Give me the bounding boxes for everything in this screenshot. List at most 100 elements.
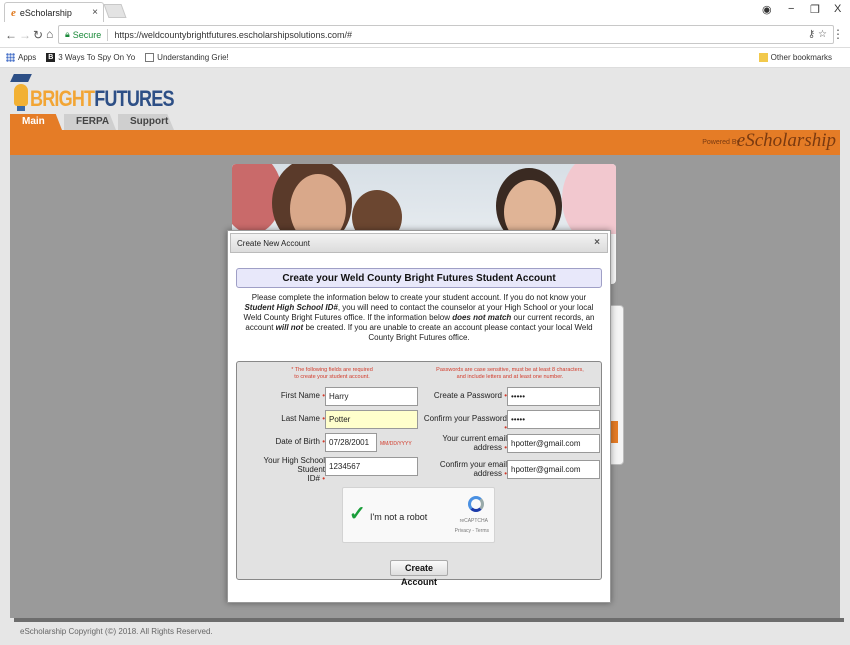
- password-note-line: and include letters and at least one num…: [456, 374, 564, 380]
- intro-segment: Please complete the information below to…: [251, 293, 587, 302]
- required-note-line: to create your student account.: [294, 374, 370, 380]
- email-label: Your current email address •: [419, 434, 507, 452]
- bookmark-spy[interactable]: B 3 Ways To Spy On Yo: [46, 53, 135, 62]
- last-name-input[interactable]: [325, 410, 418, 429]
- header-bar: Powered By eScholarship: [10, 130, 840, 155]
- label-text: Confirm your Password: [423, 414, 507, 423]
- back-arrow-icon[interactable]: ←: [5, 28, 17, 42]
- photo-shape: [352, 190, 402, 234]
- tab-close-icon[interactable]: ×: [92, 7, 98, 18]
- intro-segment: be created. If you are unable to create …: [303, 323, 593, 342]
- apps-grid-icon: [6, 53, 15, 62]
- recaptcha-widget: ✓ I'm not a robot reCAPTCHA Privacy - Te…: [342, 487, 495, 543]
- email-input[interactable]: [507, 434, 600, 453]
- bookmark-understanding[interactable]: Understanding Grie!: [145, 53, 229, 62]
- main-nav: Main FERPA Support: [10, 114, 176, 130]
- new-tab-button[interactable]: [103, 4, 127, 18]
- bookmark-label: Understanding Grie!: [157, 53, 229, 62]
- footer-copyright: eScholarship Copyright (©) 2018. All Rig…: [20, 627, 213, 636]
- recaptcha-links[interactable]: Privacy - Terms: [455, 528, 489, 534]
- b-favicon-icon: B: [46, 53, 56, 62]
- reload-icon[interactable]: ↻: [33, 28, 43, 42]
- label-text: First Name: [280, 391, 320, 400]
- tab-title: eScholarship: [19, 7, 72, 18]
- bookmark-label: Apps: [18, 53, 37, 62]
- password-note: Passwords are case sensitive, must be at…: [425, 367, 595, 381]
- label-text: Last Name: [281, 414, 320, 423]
- label-text: Date of Birth: [275, 437, 320, 446]
- bright-futures-logo[interactable]: BRIGHTFUTURES: [10, 72, 174, 118]
- intro-not-match: does not match: [452, 313, 512, 322]
- lightbulb-base: [17, 106, 25, 111]
- required-note-line: * The following fields are required: [291, 367, 373, 373]
- folder-icon: [758, 53, 768, 62]
- confirm-email-input[interactable]: [507, 460, 600, 479]
- recaptcha-checkbox[interactable]: ✓: [349, 501, 366, 526]
- last-name-label: Last Name •: [239, 414, 325, 423]
- intro-id-term: Student High School ID#: [244, 303, 338, 312]
- home-icon[interactable]: ⌂: [46, 27, 53, 41]
- student-id-label: Your High School Student ID# •: [239, 456, 325, 483]
- escholarship-logo[interactable]: eScholarship: [737, 130, 836, 152]
- close-icon[interactable]: ×: [591, 236, 603, 250]
- password-input[interactable]: [507, 387, 600, 406]
- intro-not-created: will not: [275, 323, 304, 332]
- url-text: https://weldcountybrightfutures.escholar…: [114, 29, 352, 40]
- restore-button[interactable]: ❐: [810, 3, 820, 16]
- recaptcha-brand: reCAPTCHA: [459, 518, 488, 524]
- other-bookmarks-label: Other bookmarks: [770, 53, 832, 62]
- profile-icon[interactable]: ◉: [762, 3, 772, 16]
- label-text: address: [473, 443, 502, 452]
- browser-tabbar: e eScholarship × ◉ − ❐ X: [0, 0, 850, 22]
- recaptcha-logo-icon: [468, 496, 484, 512]
- label-text: ID#: [307, 474, 320, 483]
- label-text: Confirm your email: [439, 460, 507, 469]
- browser-menu-icon[interactable]: ⋮: [832, 27, 844, 41]
- tab-support[interactable]: Support: [118, 114, 174, 130]
- intro-text: Please complete the information below to…: [236, 293, 602, 343]
- password-note-line: Passwords are case sensitive, must be at…: [436, 367, 584, 373]
- tab-main[interactable]: Main: [10, 114, 62, 130]
- graduation-cap-icon: [10, 74, 32, 82]
- logo-text-futures: FUTURES: [94, 86, 174, 111]
- other-bookmarks[interactable]: Other bookmarks: [758, 53, 832, 62]
- recaptcha-label: I'm not a robot: [370, 512, 428, 522]
- dob-format-hint: MM/DD/YYYY: [380, 441, 412, 447]
- minimize-button[interactable]: −: [788, 3, 794, 15]
- students-photo: [232, 164, 616, 234]
- close-window-button[interactable]: X: [834, 3, 841, 15]
- dob-input[interactable]: [325, 433, 377, 452]
- divider: [107, 28, 109, 41]
- page-icon: [145, 53, 155, 62]
- label-text: Create a Password: [433, 391, 502, 400]
- required-note: * The following fields are required to c…: [277, 367, 387, 381]
- dialog-header: Create New Account ×: [230, 233, 608, 253]
- key-star-icons[interactable]: ⚷ ☆: [808, 29, 827, 40]
- secure-label: Secure: [72, 29, 102, 40]
- dialog-title: Create New Account: [237, 239, 310, 248]
- student-id-input[interactable]: [325, 457, 418, 476]
- confirm-password-input[interactable]: [507, 410, 600, 429]
- forward-arrow-icon[interactable]: →: [19, 28, 31, 42]
- url-input[interactable]: 🔒︎ Secure https://weldcountybrightfuture…: [58, 25, 834, 44]
- tab-ferpa[interactable]: FERPA: [64, 114, 116, 130]
- create-account-dialog: Create New Account × Create your Weld Co…: [227, 230, 611, 603]
- powered-by-label: Powered By: [702, 139, 740, 146]
- lock-icon: 🔒︎: [65, 29, 70, 39]
- escholarship-favicon-icon: e: [11, 6, 16, 19]
- confirm-email-label: Confirm your email address •: [419, 460, 507, 478]
- label-text: address: [473, 469, 502, 478]
- logo-text-bright: BRIGHT: [30, 86, 95, 111]
- form-heading: Create your Weld County Bright Futures S…: [236, 268, 602, 288]
- bookmark-apps[interactable]: Apps: [6, 53, 36, 62]
- account-form: * The following fields are required to c…: [236, 361, 602, 580]
- first-name-label: First Name •: [239, 391, 325, 400]
- create-account-button[interactable]: Create Account: [390, 560, 448, 587]
- bookmark-label: 3 Ways To Spy On Yo: [58, 53, 136, 62]
- browser-tab[interactable]: e eScholarship ×: [4, 2, 104, 22]
- photo-shape: [562, 164, 616, 234]
- label-text: Your High School Student: [263, 456, 325, 474]
- logo-text: BRIGHTFUTURES: [30, 86, 174, 112]
- content-shadow: [14, 618, 844, 622]
- first-name-input[interactable]: [325, 387, 418, 406]
